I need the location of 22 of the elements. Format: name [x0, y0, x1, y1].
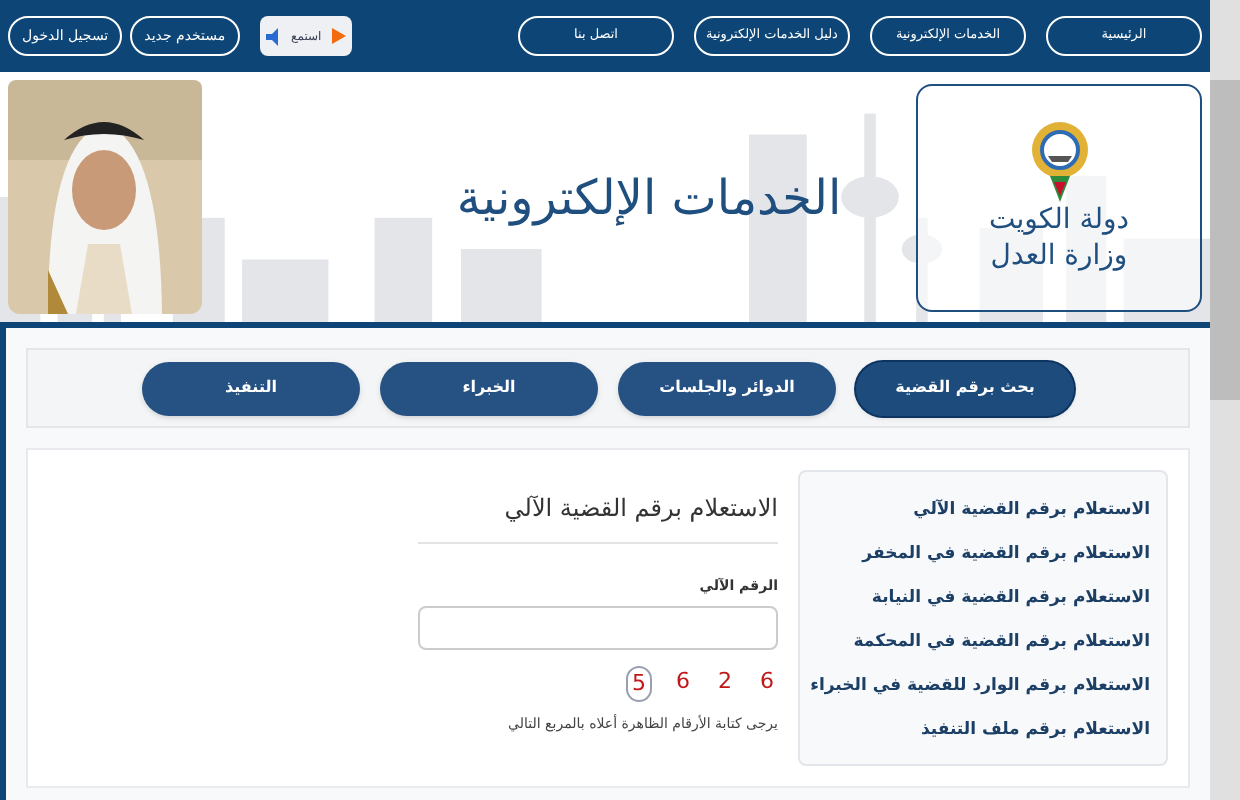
captcha-digit: 6 — [758, 665, 776, 697]
logo-text: دولة الكويت — [989, 204, 1129, 239]
play-icon — [331, 28, 346, 44]
sidebar-link[interactable]: الاستعلام برقم القضية الآلي — [816, 492, 1150, 528]
tab[interactable]: التنفيذ — [142, 361, 360, 415]
sidebar-link[interactable]: الاستعلام برقم القضية في المخفر — [816, 536, 1150, 572]
tab[interactable]: الدوائر والجلسات — [618, 361, 836, 415]
sidebar-link[interactable]: الاستعلام برقم الوارد للقضية في الخبراء — [816, 668, 1150, 704]
sidebar-link[interactable]: الاستعلام برقم القضية في النيابة — [816, 580, 1150, 616]
form-title: الاستعلام برقم القضية الآلي — [418, 490, 778, 544]
emblem-icon — [1027, 120, 1091, 204]
tab[interactable]: الخبراء — [380, 361, 598, 415]
sidebar-link[interactable]: الاستعلام برقم ملف التنفيذ — [816, 712, 1150, 748]
captcha-digit: 2 — [716, 665, 734, 697]
captcha-digit: 6 — [674, 665, 692, 697]
page-title: الخدمات الإلكترونية — [456, 167, 842, 230]
logo-text: وزارة العدل — [990, 239, 1128, 274]
tab[interactable]: بحث برقم القضية — [856, 361, 1074, 415]
captcha-digit: 5 — [626, 665, 652, 702]
sidebar-link[interactable]: الاستعلام برقم القضية في المحكمة — [816, 624, 1150, 660]
speaker-icon — [265, 27, 282, 45]
input-field[interactable] — [418, 605, 778, 649]
